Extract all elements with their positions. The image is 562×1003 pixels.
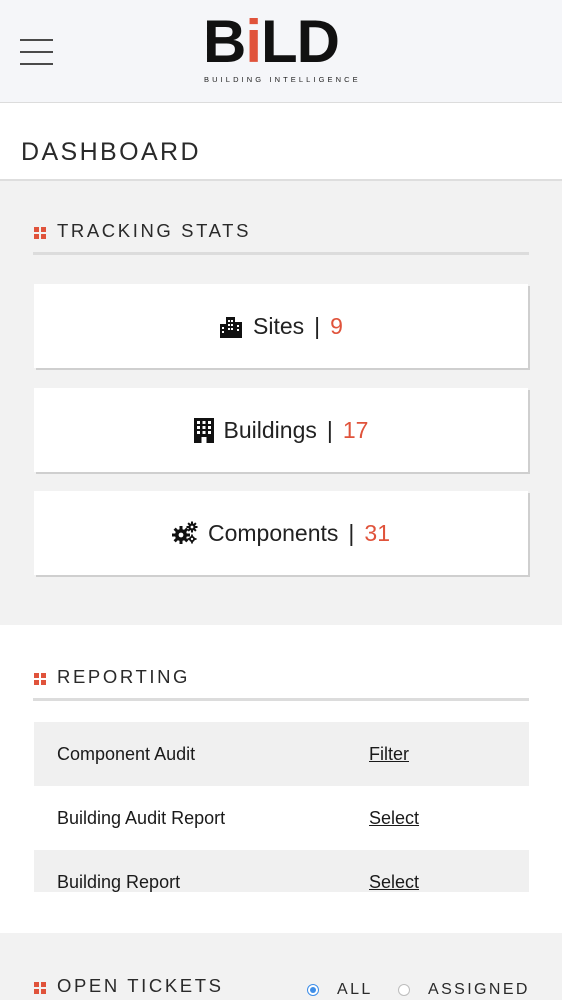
grid-squares-icon: [34, 673, 46, 685]
stat-card-sites[interactable]: Sites | 9: [34, 284, 528, 368]
stat-label: Buildings: [223, 416, 317, 443]
table-row: Building Audit Report Select: [34, 786, 529, 850]
grid-squares-icon: [34, 227, 46, 239]
bild-logo[interactable]: BiLD BUILDING INTELLIGENCE: [203, 8, 361, 88]
filter-all-radio[interactable]: ALL: [307, 981, 373, 999]
filter-assigned-radio[interactable]: ASSIGNED: [398, 981, 530, 999]
tracking-stats-section: TRACKING STATS Sites | 9 Buildings | 17: [0, 181, 562, 625]
stat-card-components[interactable]: Components | 31: [34, 491, 528, 575]
stat-count: 9: [330, 312, 343, 339]
report-name: Component Audit: [57, 744, 196, 764]
radio-unselected-icon: [398, 984, 410, 996]
select-link[interactable]: Select: [369, 808, 419, 829]
report-name: Building Audit Report: [57, 808, 226, 828]
radio-selected-icon: [307, 984, 319, 996]
reporting-table[interactable]: Component Audit Filter Building Audit Re…: [34, 722, 529, 892]
section-header: OPEN TICKETS: [33, 973, 273, 1003]
section-divider: [33, 252, 529, 255]
section-title: TRACKING STATS: [57, 220, 252, 241]
report-name: Building Report: [57, 872, 181, 892]
radio-label: ALL: [337, 981, 373, 998]
city-buildings-icon: [220, 317, 243, 338]
select-link[interactable]: Select: [369, 872, 419, 892]
table-row: Component Audit Filter: [34, 722, 529, 786]
stat-count: 17: [342, 416, 369, 443]
grid-squares-icon: [34, 982, 46, 994]
section-divider: [33, 698, 529, 701]
table-row: Building Report Select: [34, 850, 529, 892]
section-title: OPEN TICKETS: [57, 975, 224, 996]
app-header: BiLD BUILDING INTELLIGENCE: [0, 0, 562, 103]
filter-link[interactable]: Filter: [369, 744, 409, 765]
gears-icon: [172, 521, 198, 544]
logo-tagline: BUILDING INTELLIGENCE: [204, 75, 361, 84]
radio-label: ASSIGNED: [428, 981, 530, 998]
separator: |: [314, 312, 321, 339]
building-icon: [193, 417, 214, 443]
stat-label: Components: [208, 519, 339, 546]
menu-icon[interactable]: [20, 39, 54, 67]
section-title: REPORTING: [57, 666, 191, 687]
stat-card-buildings[interactable]: Buildings | 17: [34, 388, 528, 472]
section-header: REPORTING: [33, 664, 529, 701]
stat-count: 31: [364, 519, 390, 546]
separator: |: [326, 416, 333, 443]
logo-wordmark: BiLD: [203, 8, 340, 75]
page-title-bar: DASHBOARD: [0, 103, 562, 181]
open-tickets-section: OPEN TICKETS ALL ASSIGNED: [0, 933, 562, 1000]
stat-label: Sites: [253, 312, 305, 339]
reporting-section: REPORTING Component Audit Filter Buildin…: [0, 625, 562, 933]
section-header: TRACKING STATS: [33, 218, 529, 255]
page-title: DASHBOARD: [21, 138, 201, 166]
separator: |: [348, 519, 355, 546]
